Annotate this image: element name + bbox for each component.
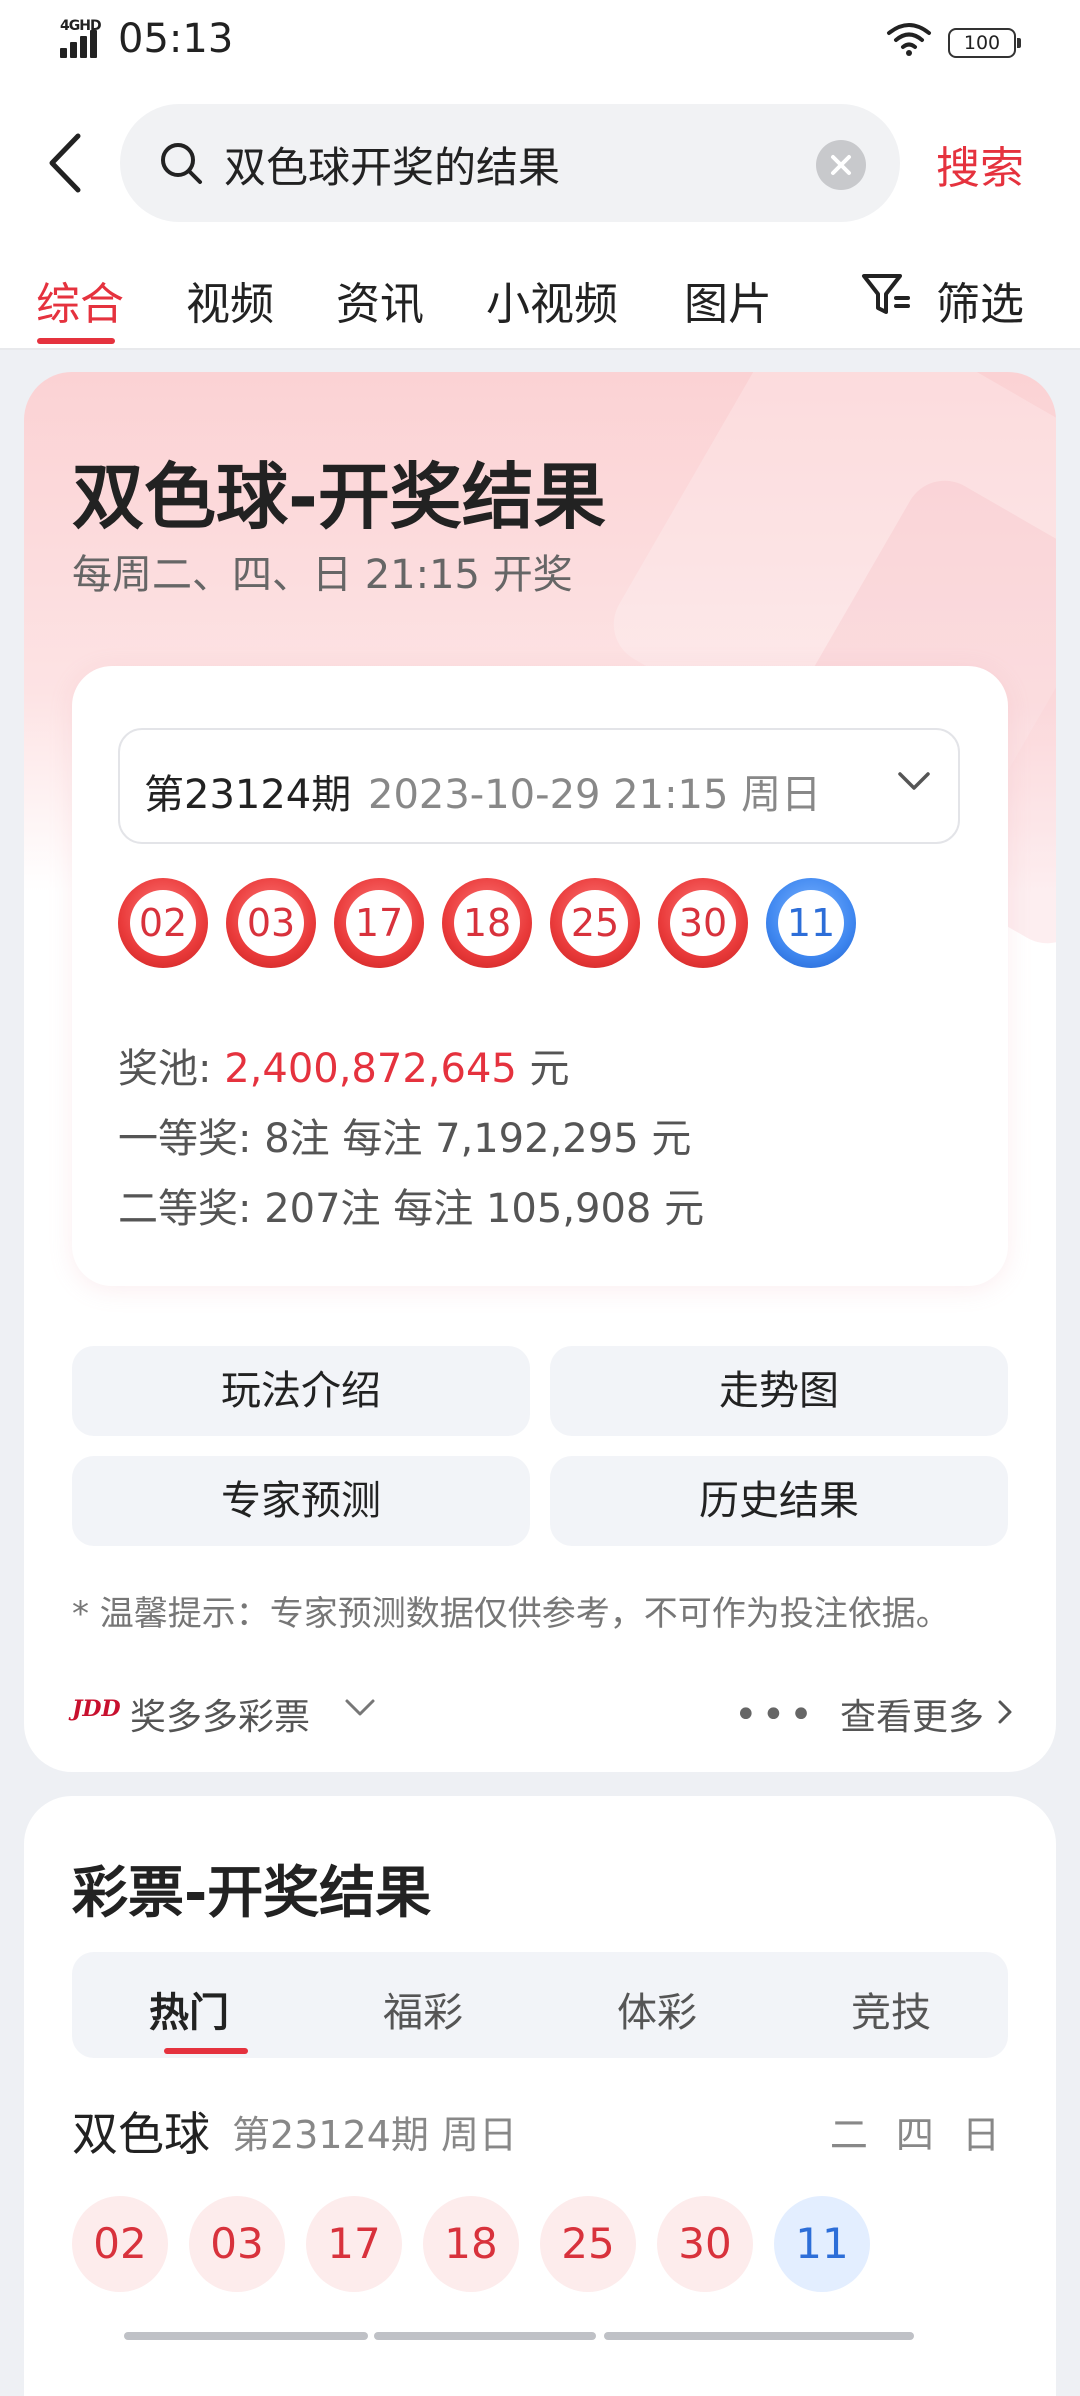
filter-icon — [862, 274, 910, 314]
search-icon — [161, 143, 202, 184]
chevron-down-icon — [898, 772, 930, 790]
red-number-chip: 18 — [423, 2196, 519, 2292]
lottery-result-card: 双色球-开奖结果 每周二、四、日 21:15 开奖 第23124期 2023-1… — [24, 372, 1056, 1772]
blue-ball: 11 — [766, 878, 856, 968]
red-number-chip: 25 — [540, 2196, 636, 2292]
battery-icon: 100 — [948, 28, 1021, 58]
tab-news[interactable]: 资讯 — [336, 268, 424, 332]
filter-button[interactable]: 筛选 — [860, 230, 1080, 348]
signal-icon: 4GHD — [60, 18, 106, 58]
red-ball: 30 — [658, 878, 748, 968]
red-ball: 25 — [550, 878, 640, 968]
status-bar: 4GHD 05:13 100 — [0, 0, 1080, 90]
blue-number-chip: 11 — [774, 2196, 870, 2292]
tab-competitive[interactable]: 竞技 — [774, 1980, 1008, 2038]
second-prize: 二等奖: 207注 每注 105,908 元 — [118, 1186, 705, 1232]
prize-pool-value: 2,400,872,645 — [224, 1046, 517, 1092]
trend-chart-button[interactable]: 走势图 — [550, 1346, 1008, 1436]
rules-button[interactable]: 玩法介绍 — [72, 1346, 530, 1436]
view-more-link[interactable]: 查看更多 — [840, 1688, 984, 1740]
more-options-icon[interactable]: ••• — [734, 1692, 817, 1738]
tab-all[interactable]: 综合 — [36, 268, 124, 332]
lottery-category-tabs: 热门 福彩 体彩 竞技 — [72, 1952, 1008, 2058]
partial-row-bars — [124, 2332, 984, 2340]
draw-schedule: 每周二、四、日 21:15 开奖 — [72, 552, 573, 598]
source-logo: JDD — [72, 1696, 121, 1722]
lottery-name[interactable]: 双色球 — [72, 2098, 210, 2164]
lottery-issue: 第23124期 周日 — [232, 2113, 517, 2157]
chevron-right-icon — [998, 1700, 1012, 1724]
red-number-chip: 30 — [657, 2196, 753, 2292]
filter-label: 筛选 — [936, 279, 1024, 330]
expert-prediction-button[interactable]: 专家预测 — [72, 1456, 530, 1546]
status-time: 05:13 — [118, 16, 234, 62]
red-ball: 17 — [334, 878, 424, 968]
tab-sports[interactable]: 体彩 — [540, 1980, 774, 2038]
red-number-chip: 03 — [189, 2196, 285, 2292]
active-category-indicator — [164, 2048, 248, 2054]
red-number-chip: 17 — [306, 2196, 402, 2292]
red-ball: 18 — [442, 878, 532, 968]
clear-icon[interactable] — [816, 140, 866, 190]
first-prize: 一等奖: 8注 每注 7,192,295 元 — [118, 1116, 692, 1162]
search-header: 双色球开奖的结果 搜索 — [0, 90, 1080, 230]
tab-hot[interactable]: 热门 — [72, 1980, 306, 2038]
card-title[interactable]: 双色球-开奖结果 — [72, 438, 606, 543]
tab-video[interactable]: 视频 — [186, 268, 274, 332]
red-ball: 02 — [118, 878, 208, 968]
result-tabs: 综合 视频 资讯 小视频 图片 筛选 — [0, 230, 1080, 350]
history-results-button[interactable]: 历史结果 — [550, 1456, 1008, 1546]
back-arrow-icon[interactable] — [40, 128, 100, 198]
search-input[interactable]: 双色球开奖的结果 — [120, 104, 900, 222]
red-ball: 03 — [226, 878, 316, 968]
issue-selector[interactable]: 第23124期 2023-10-29 21:15 周日 — [118, 728, 960, 844]
source-name: 奖多多彩票 — [130, 1697, 311, 1738]
draw-days: 二 四 日 — [829, 2113, 1008, 2157]
chevron-down-icon — [345, 1699, 375, 1716]
results-card-title[interactable]: 彩票-开奖结果 — [72, 1848, 431, 1929]
red-number-chip: 02 — [72, 2196, 168, 2292]
lottery-results-card: 彩票-开奖结果 热门 福彩 体彩 竞技 双色球 第23124期 周日 二 四 日… — [24, 1796, 1056, 2396]
tab-images[interactable]: 图片 — [684, 268, 772, 332]
disclaimer-tip: * 温馨提示：专家预测数据仅供参考，不可作为投注依据。 — [72, 1594, 950, 1634]
active-tab-indicator — [37, 338, 115, 344]
tab-welfare[interactable]: 福彩 — [306, 1980, 540, 2038]
search-query[interactable]: 双色球开奖的结果 — [224, 134, 560, 195]
wifi-icon — [887, 23, 931, 56]
tab-short-video[interactable]: 小视频 — [486, 268, 618, 332]
issue-date: 2023-10-29 21:15 周日 — [368, 772, 822, 818]
prize-pool: 奖池: 2,400,872,645 元 — [118, 1046, 570, 1092]
issue-number: 第23124期 — [144, 772, 352, 818]
draw-detail-panel: 第23124期 2023-10-29 21:15 周日 02 03 17 18 … — [72, 666, 1008, 1286]
search-button[interactable]: 搜索 — [936, 132, 1024, 196]
